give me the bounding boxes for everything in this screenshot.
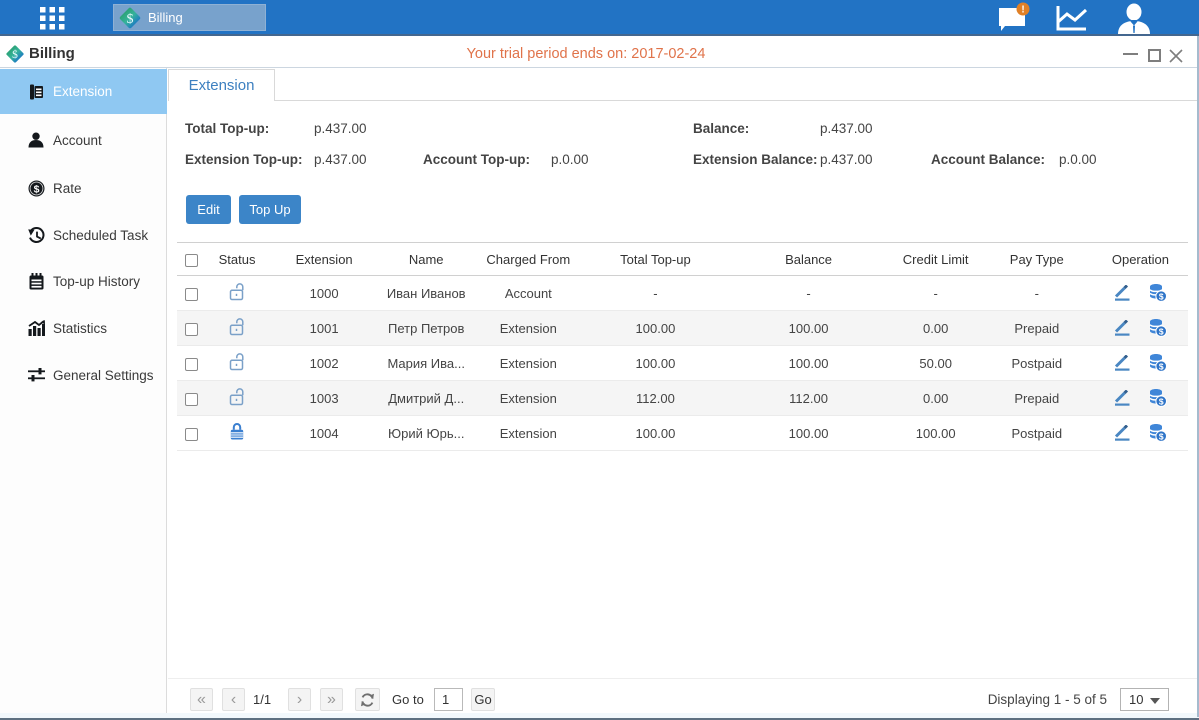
svg-text:$: $ [33,183,39,195]
svg-text:$: $ [1159,431,1164,441]
svg-text:$: $ [1159,291,1164,301]
svg-text:$: $ [1159,361,1164,371]
svg-text:!: ! [1021,5,1024,16]
svg-text:$: $ [1159,396,1164,406]
svg-text:$: $ [1159,326,1164,336]
svg-text:$: $ [127,12,134,27]
